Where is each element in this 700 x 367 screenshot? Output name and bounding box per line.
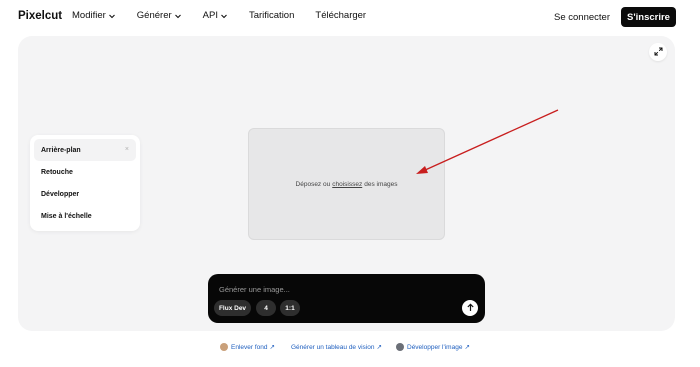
close-icon[interactable]: ×	[125, 146, 129, 153]
quick-link-vision-board[interactable]: Générer un tableau de vision ↗	[291, 343, 382, 352]
nav-generer[interactable]: Générer	[137, 10, 182, 21]
tool-background[interactable]: Arrière-plan ×	[34, 139, 136, 161]
main-nav: Modifier Générer API Tarification Téléch…	[72, 10, 387, 21]
pixelcut-logo[interactable]: Pixelcut	[18, 10, 62, 22]
tool-upscale[interactable]: Mise à l'échelle	[34, 205, 136, 227]
quick-links: Enlever fond ↗ Générer un tableau de vis…	[0, 343, 700, 355]
expand-button[interactable]	[649, 43, 667, 61]
quick-link-remove-bg[interactable]: Enlever fond ↗	[220, 343, 275, 351]
nav-api-label: API	[202, 10, 218, 21]
top-navigation-bar: Pixelcut Modifier Générer API Tarificati…	[0, 0, 700, 34]
ratio-chip[interactable]: 1:1	[280, 300, 300, 316]
nav-telecharger-label: Télécharger	[315, 10, 367, 21]
tool-upscale-label: Mise à l'échelle	[41, 212, 92, 220]
model-chip[interactable]: Flux Dev	[214, 300, 251, 316]
external-link-icon: ↗	[269, 344, 275, 351]
quick-link-label: Générer un tableau de vision	[291, 343, 375, 351]
prompt-bar	[208, 274, 485, 323]
arrow-up-icon	[466, 299, 475, 317]
nav-tarification[interactable]: Tarification	[249, 10, 294, 21]
nav-generer-label: Générer	[136, 10, 172, 21]
tool-expand[interactable]: Développer	[34, 183, 136, 205]
choose-files-link[interactable]: choisissez	[332, 181, 362, 188]
image-dropzone[interactable]: Déposez ou choisissez des images	[248, 128, 445, 240]
thumbnail-icon	[220, 343, 228, 351]
nav-modifier-label: Modifier	[72, 10, 106, 21]
external-link-icon: ↗	[464, 344, 470, 351]
signup-button[interactable]: S'inscrire	[621, 7, 676, 27]
dropzone-suffix: des images	[364, 180, 398, 188]
nav-modifier[interactable]: Modifier	[72, 10, 116, 21]
quick-link-label: Enlever fond	[231, 343, 268, 351]
tool-retouch-label: Retouche	[41, 168, 73, 176]
external-link-icon: ↗	[376, 344, 382, 351]
expand-icon	[654, 43, 663, 61]
tool-retouch[interactable]: Retouche	[34, 161, 136, 183]
login-button[interactable]: Se connecter	[547, 7, 617, 27]
quick-link-expand-image[interactable]: Développer l'image ↗	[396, 343, 470, 351]
chevron-down-icon	[174, 12, 182, 20]
chevron-down-icon	[108, 12, 116, 20]
nav-tarification-label: Tarification	[248, 10, 295, 21]
chevron-down-icon	[220, 12, 228, 20]
nav-telecharger[interactable]: Télécharger	[315, 10, 366, 21]
thumbnail-icon	[396, 343, 404, 351]
tool-expand-label: Développer	[41, 190, 80, 198]
nav-api[interactable]: API	[203, 10, 228, 21]
quick-link-label: Développer l'image	[407, 343, 463, 351]
send-button[interactable]	[462, 300, 478, 316]
tool-background-label: Arrière-plan	[41, 146, 81, 154]
count-chip[interactable]: 4	[256, 300, 276, 316]
prompt-input[interactable]	[219, 283, 459, 295]
tool-panel: Arrière-plan × Retouche Développer Mise …	[30, 135, 140, 231]
dropzone-prefix: Déposez ou	[295, 180, 331, 188]
